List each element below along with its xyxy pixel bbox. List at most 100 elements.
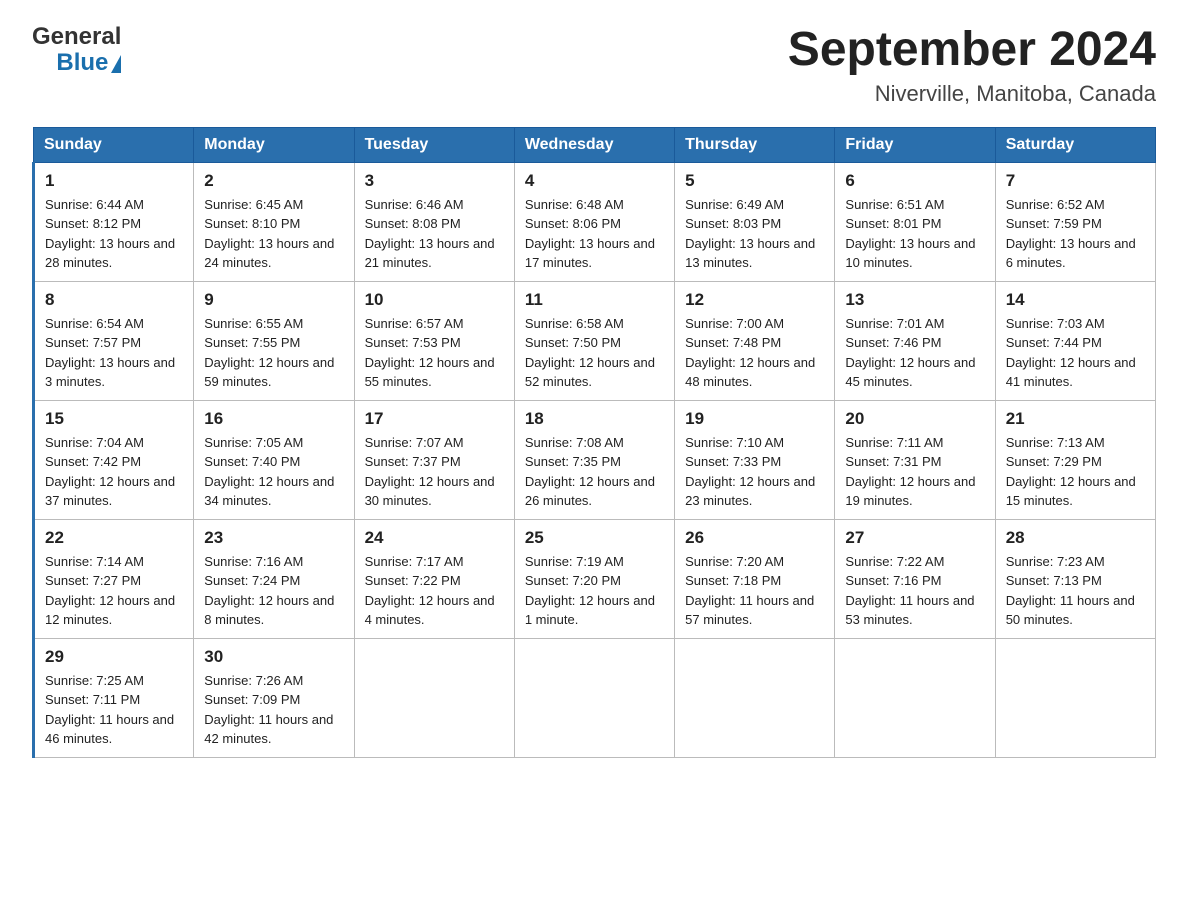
day-number: 11 xyxy=(525,290,664,310)
day-info: Sunrise: 7:19 AMSunset: 7:20 PMDaylight:… xyxy=(525,552,664,630)
calendar-week-row: 8 Sunrise: 6:54 AMSunset: 7:57 PMDayligh… xyxy=(34,281,1156,400)
day-info: Sunrise: 6:51 AMSunset: 8:01 PMDaylight:… xyxy=(845,195,984,273)
calendar-week-row: 1 Sunrise: 6:44 AMSunset: 8:12 PMDayligh… xyxy=(34,162,1156,281)
day-number: 26 xyxy=(685,528,824,548)
day-number: 25 xyxy=(525,528,664,548)
calendar-day-cell: 28 Sunrise: 7:23 AMSunset: 7:13 PMDaylig… xyxy=(995,519,1155,638)
day-number: 12 xyxy=(685,290,824,310)
day-info: Sunrise: 7:01 AMSunset: 7:46 PMDaylight:… xyxy=(845,314,984,392)
logo-general: General xyxy=(32,24,121,50)
day-number: 13 xyxy=(845,290,984,310)
day-number: 28 xyxy=(1006,528,1145,548)
day-number: 19 xyxy=(685,409,824,429)
calendar-day-cell xyxy=(675,638,835,757)
day-info: Sunrise: 6:48 AMSunset: 8:06 PMDaylight:… xyxy=(525,195,664,273)
day-info: Sunrise: 7:05 AMSunset: 7:40 PMDaylight:… xyxy=(204,433,343,511)
day-info: Sunrise: 6:49 AMSunset: 8:03 PMDaylight:… xyxy=(685,195,824,273)
day-info: Sunrise: 7:08 AMSunset: 7:35 PMDaylight:… xyxy=(525,433,664,511)
day-number: 30 xyxy=(204,647,343,667)
weekday-header-row: SundayMondayTuesdayWednesdayThursdayFrid… xyxy=(34,127,1156,162)
day-number: 16 xyxy=(204,409,343,429)
day-info: Sunrise: 7:13 AMSunset: 7:29 PMDaylight:… xyxy=(1006,433,1145,511)
day-info: Sunrise: 7:26 AMSunset: 7:09 PMDaylight:… xyxy=(204,671,343,749)
weekday-header-saturday: Saturday xyxy=(995,127,1155,162)
day-info: Sunrise: 7:11 AMSunset: 7:31 PMDaylight:… xyxy=(845,433,984,511)
day-info: Sunrise: 6:57 AMSunset: 7:53 PMDaylight:… xyxy=(365,314,504,392)
calendar-day-cell: 21 Sunrise: 7:13 AMSunset: 7:29 PMDaylig… xyxy=(995,400,1155,519)
day-number: 6 xyxy=(845,171,984,191)
calendar-day-cell xyxy=(995,638,1155,757)
day-number: 29 xyxy=(45,647,183,667)
day-number: 9 xyxy=(204,290,343,310)
calendar-day-cell: 23 Sunrise: 7:16 AMSunset: 7:24 PMDaylig… xyxy=(194,519,354,638)
calendar-day-cell: 17 Sunrise: 7:07 AMSunset: 7:37 PMDaylig… xyxy=(354,400,514,519)
day-info: Sunrise: 6:44 AMSunset: 8:12 PMDaylight:… xyxy=(45,195,183,273)
day-info: Sunrise: 7:07 AMSunset: 7:37 PMDaylight:… xyxy=(365,433,504,511)
calendar-day-cell: 29 Sunrise: 7:25 AMSunset: 7:11 PMDaylig… xyxy=(34,638,194,757)
calendar-week-row: 22 Sunrise: 7:14 AMSunset: 7:27 PMDaylig… xyxy=(34,519,1156,638)
calendar-day-cell: 19 Sunrise: 7:10 AMSunset: 7:33 PMDaylig… xyxy=(675,400,835,519)
page-header: General Blue September 2024 Niverville, … xyxy=(32,24,1156,107)
day-number: 14 xyxy=(1006,290,1145,310)
day-number: 5 xyxy=(685,171,824,191)
calendar-day-cell: 5 Sunrise: 6:49 AMSunset: 8:03 PMDayligh… xyxy=(675,162,835,281)
calendar-day-cell: 30 Sunrise: 7:26 AMSunset: 7:09 PMDaylig… xyxy=(194,638,354,757)
calendar-day-cell: 11 Sunrise: 6:58 AMSunset: 7:50 PMDaylig… xyxy=(514,281,674,400)
day-number: 1 xyxy=(45,171,183,191)
logo-blue: Blue xyxy=(56,50,108,76)
day-info: Sunrise: 7:22 AMSunset: 7:16 PMDaylight:… xyxy=(845,552,984,630)
calendar-table: SundayMondayTuesdayWednesdayThursdayFrid… xyxy=(32,127,1156,758)
calendar-day-cell: 27 Sunrise: 7:22 AMSunset: 7:16 PMDaylig… xyxy=(835,519,995,638)
day-info: Sunrise: 7:03 AMSunset: 7:44 PMDaylight:… xyxy=(1006,314,1145,392)
day-info: Sunrise: 7:04 AMSunset: 7:42 PMDaylight:… xyxy=(45,433,183,511)
calendar-day-cell: 10 Sunrise: 6:57 AMSunset: 7:53 PMDaylig… xyxy=(354,281,514,400)
calendar-day-cell: 7 Sunrise: 6:52 AMSunset: 7:59 PMDayligh… xyxy=(995,162,1155,281)
weekday-header-friday: Friday xyxy=(835,127,995,162)
day-number: 10 xyxy=(365,290,504,310)
calendar-day-cell: 9 Sunrise: 6:55 AMSunset: 7:55 PMDayligh… xyxy=(194,281,354,400)
calendar-day-cell: 12 Sunrise: 7:00 AMSunset: 7:48 PMDaylig… xyxy=(675,281,835,400)
day-number: 21 xyxy=(1006,409,1145,429)
day-info: Sunrise: 7:17 AMSunset: 7:22 PMDaylight:… xyxy=(365,552,504,630)
weekday-header-wednesday: Wednesday xyxy=(514,127,674,162)
day-info: Sunrise: 7:00 AMSunset: 7:48 PMDaylight:… xyxy=(685,314,824,392)
day-info: Sunrise: 7:20 AMSunset: 7:18 PMDaylight:… xyxy=(685,552,824,630)
calendar-day-cell: 18 Sunrise: 7:08 AMSunset: 7:35 PMDaylig… xyxy=(514,400,674,519)
logo-mark: General Blue xyxy=(32,24,121,77)
day-number: 24 xyxy=(365,528,504,548)
calendar-week-row: 29 Sunrise: 7:25 AMSunset: 7:11 PMDaylig… xyxy=(34,638,1156,757)
day-number: 15 xyxy=(45,409,183,429)
day-number: 22 xyxy=(45,528,183,548)
weekday-header-tuesday: Tuesday xyxy=(354,127,514,162)
calendar-day-cell: 4 Sunrise: 6:48 AMSunset: 8:06 PMDayligh… xyxy=(514,162,674,281)
day-number: 4 xyxy=(525,171,664,191)
day-number: 27 xyxy=(845,528,984,548)
day-info: Sunrise: 7:16 AMSunset: 7:24 PMDaylight:… xyxy=(204,552,343,630)
calendar-day-cell: 24 Sunrise: 7:17 AMSunset: 7:22 PMDaylig… xyxy=(354,519,514,638)
day-info: Sunrise: 7:23 AMSunset: 7:13 PMDaylight:… xyxy=(1006,552,1145,630)
day-info: Sunrise: 6:45 AMSunset: 8:10 PMDaylight:… xyxy=(204,195,343,273)
day-number: 18 xyxy=(525,409,664,429)
weekday-header-thursday: Thursday xyxy=(675,127,835,162)
calendar-day-cell xyxy=(514,638,674,757)
day-number: 3 xyxy=(365,171,504,191)
calendar-week-row: 15 Sunrise: 7:04 AMSunset: 7:42 PMDaylig… xyxy=(34,400,1156,519)
day-info: Sunrise: 6:54 AMSunset: 7:57 PMDaylight:… xyxy=(45,314,183,392)
calendar-day-cell: 13 Sunrise: 7:01 AMSunset: 7:46 PMDaylig… xyxy=(835,281,995,400)
calendar-day-cell: 2 Sunrise: 6:45 AMSunset: 8:10 PMDayligh… xyxy=(194,162,354,281)
day-number: 23 xyxy=(204,528,343,548)
calendar-day-cell: 1 Sunrise: 6:44 AMSunset: 8:12 PMDayligh… xyxy=(34,162,194,281)
calendar-day-cell: 15 Sunrise: 7:04 AMSunset: 7:42 PMDaylig… xyxy=(34,400,194,519)
logo-triangle-icon xyxy=(111,55,121,73)
calendar-day-cell: 22 Sunrise: 7:14 AMSunset: 7:27 PMDaylig… xyxy=(34,519,194,638)
weekday-header-monday: Monday xyxy=(194,127,354,162)
day-info: Sunrise: 7:10 AMSunset: 7:33 PMDaylight:… xyxy=(685,433,824,511)
location-subtitle: Niverville, Manitoba, Canada xyxy=(788,81,1156,107)
calendar-day-cell: 3 Sunrise: 6:46 AMSunset: 8:08 PMDayligh… xyxy=(354,162,514,281)
calendar-day-cell: 26 Sunrise: 7:20 AMSunset: 7:18 PMDaylig… xyxy=(675,519,835,638)
calendar-day-cell xyxy=(354,638,514,757)
day-number: 2 xyxy=(204,171,343,191)
day-info: Sunrise: 6:46 AMSunset: 8:08 PMDaylight:… xyxy=(365,195,504,273)
day-number: 17 xyxy=(365,409,504,429)
calendar-day-cell: 8 Sunrise: 6:54 AMSunset: 7:57 PMDayligh… xyxy=(34,281,194,400)
